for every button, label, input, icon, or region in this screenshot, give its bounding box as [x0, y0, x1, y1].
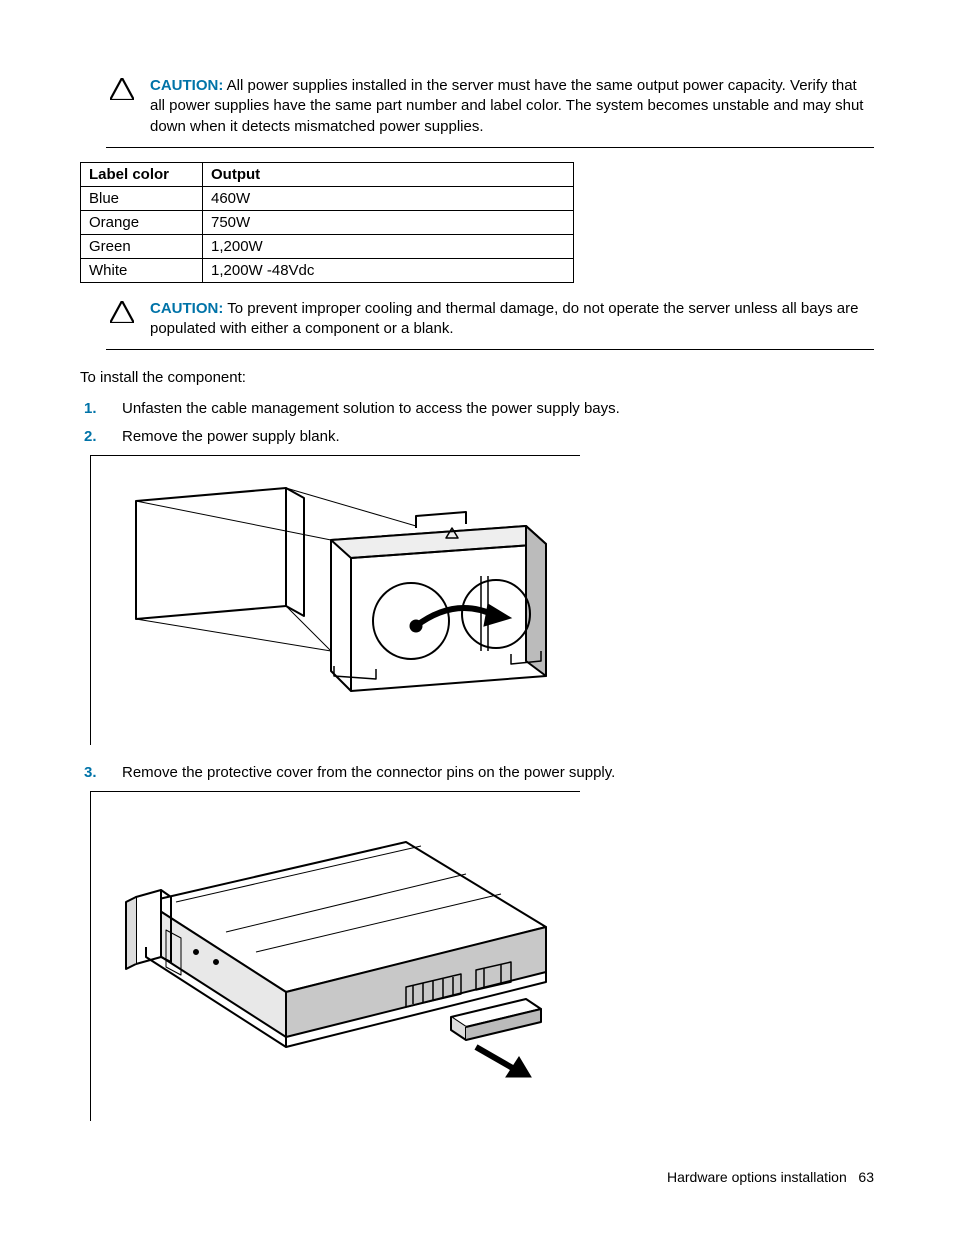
table-header: Label color [81, 162, 203, 186]
table-cell: Orange [81, 210, 203, 234]
intro-text: To install the component: [80, 368, 874, 388]
list-item: 1. Unfasten the cable management solutio… [80, 399, 874, 419]
table-cell: 1,200W [203, 234, 574, 258]
psu-blank-illustration [116, 476, 556, 726]
figure-remove-blank [90, 455, 580, 745]
step-list-cont: 3. Remove the protective cover from the … [80, 763, 874, 783]
list-item: 2. Remove the power supply blank. [80, 427, 874, 447]
footer-page: 63 [858, 1169, 874, 1185]
psu-illustration [106, 812, 566, 1102]
table-row: Orange 750W [81, 210, 574, 234]
caution-body: All power supplies installed in the serv… [150, 77, 863, 135]
step-number: 2. [80, 427, 122, 447]
caution-text-2: CAUTION: To prevent improper cooling and… [146, 299, 874, 340]
table-row: Green 1,200W [81, 234, 574, 258]
caution-label: CAUTION: [150, 300, 223, 317]
caution-block-1: CAUTION: All power supplies installed in… [106, 70, 874, 148]
list-item: 3. Remove the protective cover from the … [80, 763, 874, 783]
table-row: Blue 460W [81, 186, 574, 210]
step-text: Remove the protective cover from the con… [122, 763, 874, 783]
step-number: 3. [80, 763, 122, 783]
page-footer: Hardware options installation 63 [667, 1169, 874, 1185]
step-text: Unfasten the cable management solution t… [122, 399, 874, 419]
caution-body: To prevent improper cooling and thermal … [150, 300, 858, 337]
table-cell: Blue [81, 186, 203, 210]
step-list: 1. Unfasten the cable management solutio… [80, 399, 874, 448]
caution-block-2: CAUTION: To prevent improper cooling and… [106, 293, 874, 351]
table-cell: Green [81, 234, 203, 258]
label-output-table: Label color Output Blue 460W Orange 750W… [80, 162, 574, 283]
footer-section: Hardware options installation [667, 1169, 847, 1185]
warning-icon [106, 76, 146, 137]
warning-icon [106, 299, 146, 340]
table-row: White 1,200W -48Vdc [81, 258, 574, 282]
page-content: CAUTION: All power supplies installed in… [80, 70, 874, 1121]
caution-label: CAUTION: [150, 77, 223, 94]
table-header-row: Label color Output [81, 162, 574, 186]
table-header: Output [203, 162, 574, 186]
table-cell: White [81, 258, 203, 282]
table-cell: 460W [203, 186, 574, 210]
caution-text-1: CAUTION: All power supplies installed in… [146, 76, 874, 137]
step-text: Remove the power supply blank. [122, 427, 874, 447]
figure-remove-cover [90, 791, 580, 1121]
table-cell: 750W [203, 210, 574, 234]
step-number: 1. [80, 399, 122, 419]
table-cell: 1,200W -48Vdc [203, 258, 574, 282]
